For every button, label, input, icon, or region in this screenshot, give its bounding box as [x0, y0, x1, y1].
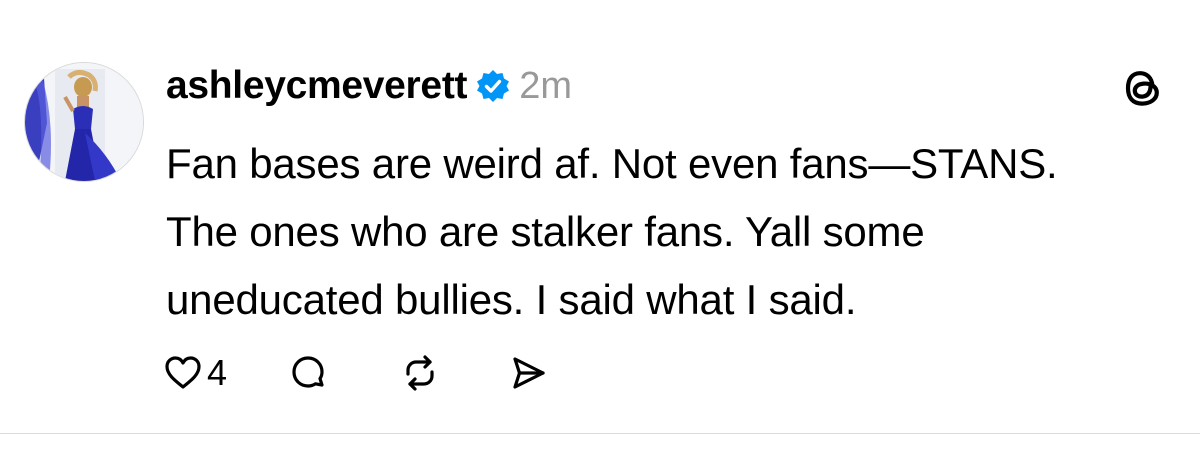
- post-header: ashleycmeverett 2m: [166, 58, 572, 114]
- timestamp: 2m: [519, 64, 572, 107]
- avatar-image: [25, 63, 143, 181]
- like-button[interactable]: 4: [163, 352, 227, 394]
- reply-button[interactable]: [287, 352, 329, 394]
- verified-badge-icon: [476, 69, 510, 103]
- username[interactable]: ashleycmeverett: [166, 64, 468, 108]
- share-button[interactable]: [507, 352, 549, 394]
- avatar[interactable]: [24, 62, 144, 182]
- comment-bubble-icon: [292, 356, 324, 388]
- post-body-line: Fan bases are weird af. Not even fans—ST…: [166, 140, 1058, 187]
- post-body: Fan bases are weird af. Not even fans—ST…: [166, 130, 1176, 334]
- send-icon: [513, 357, 545, 389]
- action-bar: 4: [163, 345, 549, 401]
- heart-icon: [165, 356, 201, 389]
- post-body-line: uneducated bullies. I said what I said.: [166, 276, 857, 323]
- threads-logo-icon[interactable]: [1118, 62, 1166, 114]
- repost-icon: [406, 355, 434, 391]
- post-body-line: The ones who are stalker fans. Yall some: [166, 208, 925, 255]
- like-count: 4: [207, 352, 228, 393]
- threads-post: ashleycmeverett 2m Fan bases are weird a…: [0, 0, 1200, 459]
- divider: [0, 433, 1200, 434]
- repost-button[interactable]: [399, 352, 441, 394]
